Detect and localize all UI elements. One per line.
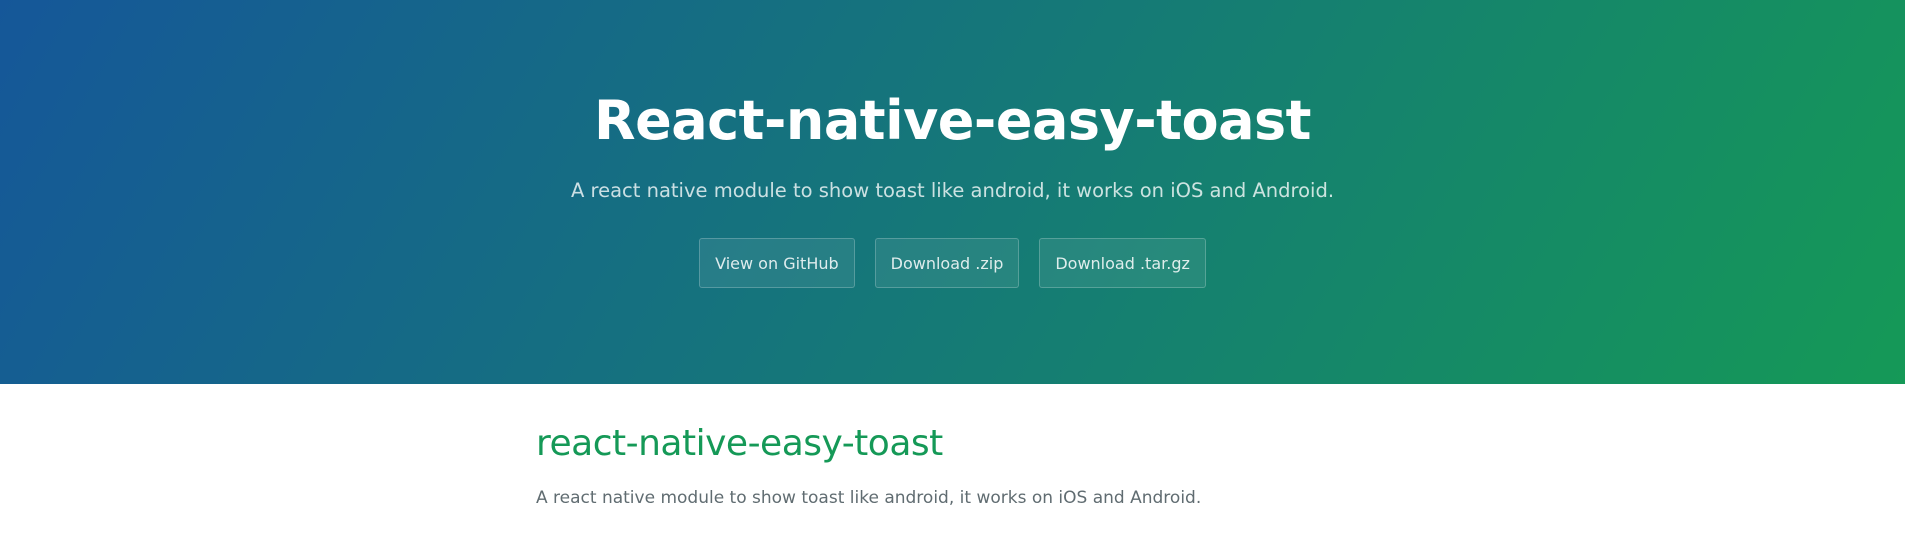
download-zip-button[interactable]: Download .zip <box>874 238 1020 288</box>
content-title: react-native-easy-toast <box>536 423 943 464</box>
view-on-github-button[interactable]: View on GitHub <box>699 238 855 288</box>
header-button-row: View on GitHub Download .zip Download .t… <box>0 238 1905 288</box>
download-tar-gz-button[interactable]: Download .tar.gz <box>1039 238 1206 288</box>
main-content: react-native-easy-toast A react native m… <box>536 384 1436 543</box>
project-tagline: A react native module to show toast like… <box>570 179 1335 202</box>
page-header: React-native-easy-toast A react native m… <box>0 0 1905 384</box>
project-name: React-native-easy-toast <box>594 89 1311 152</box>
content-description: A react native module to show toast like… <box>536 488 1202 508</box>
page: React-native-easy-toast A react native m… <box>0 0 1905 543</box>
